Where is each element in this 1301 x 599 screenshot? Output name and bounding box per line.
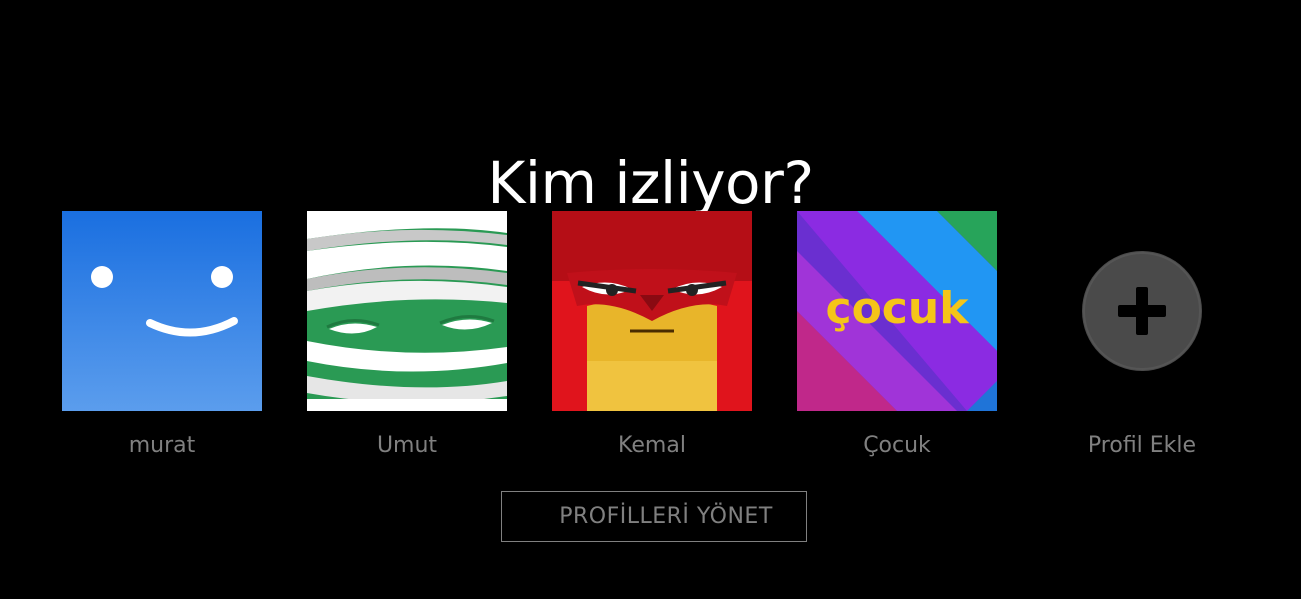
manage-profiles-button[interactable]: PROFİLLERİ YÖNET — [501, 491, 807, 542]
profile-name: murat — [128, 433, 196, 458]
profile-name: Umut — [376, 433, 438, 458]
profile-cocuk[interactable]: çocuk Çocuk — [797, 211, 997, 459]
plus-icon — [1082, 251, 1202, 371]
page-title: Kim izliyor? — [487, 148, 814, 217]
mummy-avatar-icon[interactable] — [307, 211, 507, 411]
masked-hero-avatar-icon[interactable] — [552, 211, 752, 411]
profile-selection-page: Kim izliyor? murat Umut Kemal çocuk Çocu… — [0, 0, 1301, 599]
add-profile-avatar[interactable] — [1042, 211, 1242, 411]
profile-name: Çocuk — [863, 433, 931, 458]
profile-kemal[interactable]: Kemal — [552, 211, 752, 459]
profile-murat[interactable]: murat — [62, 211, 262, 459]
kids-avatar-icon[interactable]: çocuk — [797, 211, 997, 411]
cocuk-logo-text: çocuk — [826, 283, 971, 334]
profile-umut[interactable]: Umut — [307, 211, 507, 459]
add-profile[interactable]: Profil Ekle — [1042, 211, 1242, 459]
profile-name: Kemal — [618, 433, 686, 458]
smiley-face-avatar-icon[interactable] — [62, 211, 262, 411]
profile-name: Profil Ekle — [1087, 433, 1197, 458]
